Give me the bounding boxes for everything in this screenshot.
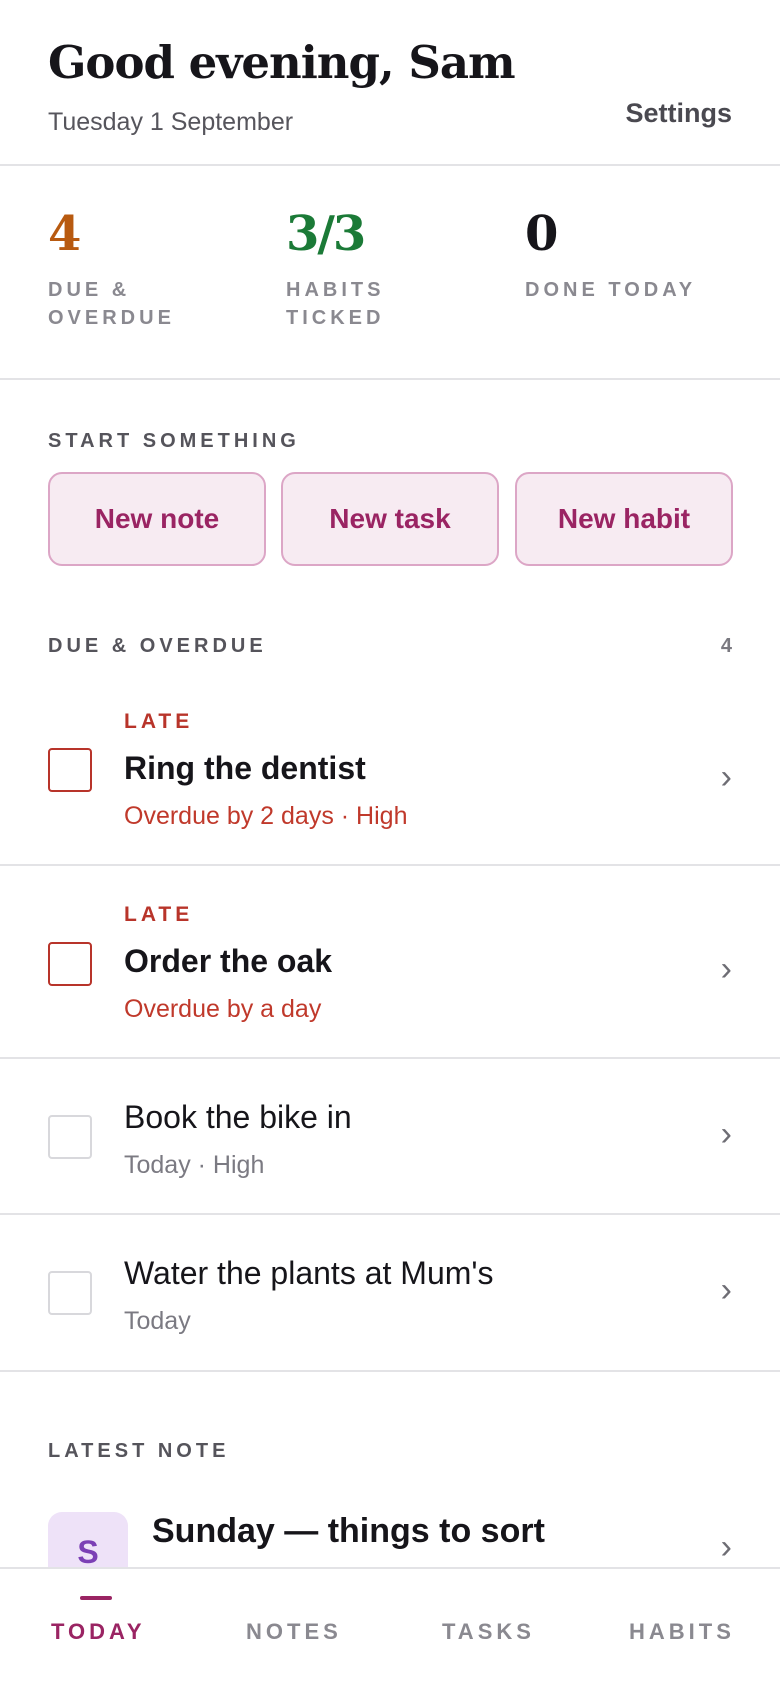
- task-meta: Today: [124, 1307, 191, 1335]
- due-overdue-label: DUE & OVERDUE: [48, 635, 267, 657]
- stat-label: HABITS TICKED: [286, 279, 385, 329]
- stat-done-today: 0 DONE TODAY: [525, 206, 765, 304]
- greeting-title: Good evening, Sam: [48, 36, 516, 89]
- start-something-label: START SOMETHING: [48, 430, 300, 452]
- task-title: Book the bike in: [124, 1099, 352, 1135]
- stat-label: DUE & OVERDUE: [48, 279, 175, 329]
- due-overdue-count: 4: [720, 635, 732, 657]
- late-tag: LATE: [124, 903, 194, 926]
- stat-value: 3/3: [286, 206, 366, 262]
- header: Good evening, Sam Tuesday 1 September Se…: [0, 0, 780, 166]
- task-row[interactable]: LATE Order the oak Overdue by a day ›: [0, 866, 780, 1059]
- task-meta: Overdue by 2 days · High: [124, 802, 408, 830]
- new-habit-button[interactable]: New habit: [515, 472, 733, 566]
- task-title: Water the plants at Mum's: [124, 1255, 494, 1291]
- tab-habits[interactable]: HABITS: [629, 1619, 735, 1645]
- task-meta: Overdue by a day: [124, 995, 322, 1023]
- chevron-right-icon: ›: [720, 1271, 732, 1309]
- new-note-button[interactable]: New note: [48, 472, 266, 566]
- task-checkbox[interactable]: [48, 1271, 92, 1315]
- tab-tasks[interactable]: TASKS: [442, 1619, 535, 1645]
- task-title: Ring the dentist: [124, 750, 366, 786]
- chevron-right-icon: ›: [720, 1528, 732, 1566]
- task-checkbox[interactable]: [48, 942, 92, 986]
- stat-value: 4: [48, 206, 81, 262]
- late-tag: LATE: [124, 710, 194, 733]
- stat-label: DONE TODAY: [525, 279, 697, 301]
- current-date: Tuesday 1 September: [48, 108, 294, 136]
- tab-notes[interactable]: NOTES: [246, 1619, 342, 1645]
- task-checkbox[interactable]: [48, 748, 92, 792]
- task-title: Order the oak: [124, 943, 333, 979]
- tab-today[interactable]: TODAY: [51, 1619, 146, 1645]
- task-row[interactable]: Book the bike in Today · High ›: [0, 1059, 780, 1215]
- latest-note-title[interactable]: Sunday — things to sort: [152, 1512, 545, 1551]
- task-meta: Today · High: [124, 1151, 265, 1179]
- stat-habits-ticked: 3/3 HABITS TICKED: [286, 206, 476, 332]
- stat-due-overdue: 4 DUE & OVERDUE: [48, 206, 238, 332]
- chevron-right-icon: ›: [720, 1115, 732, 1153]
- bottom-tab-bar: TODAY NOTES TASKS HABITS: [0, 1567, 780, 1688]
- task-row[interactable]: LATE Ring the dentist Overdue by 2 days …: [0, 672, 780, 866]
- stat-value: 0: [525, 206, 558, 262]
- latest-note-label: LATEST NOTE: [48, 1440, 230, 1462]
- new-task-button[interactable]: New task: [281, 472, 499, 566]
- stats-row: 4 DUE & OVERDUE 3/3 HABITS TICKED 0 DONE…: [0, 166, 780, 380]
- chevron-right-icon: ›: [720, 950, 732, 988]
- task-checkbox[interactable]: [48, 1115, 92, 1159]
- active-tab-indicator: [80, 1596, 112, 1600]
- chevron-right-icon: ›: [720, 758, 732, 796]
- settings-link[interactable]: Settings: [625, 98, 732, 129]
- task-row[interactable]: Water the plants at Mum's Today ›: [0, 1215, 780, 1372]
